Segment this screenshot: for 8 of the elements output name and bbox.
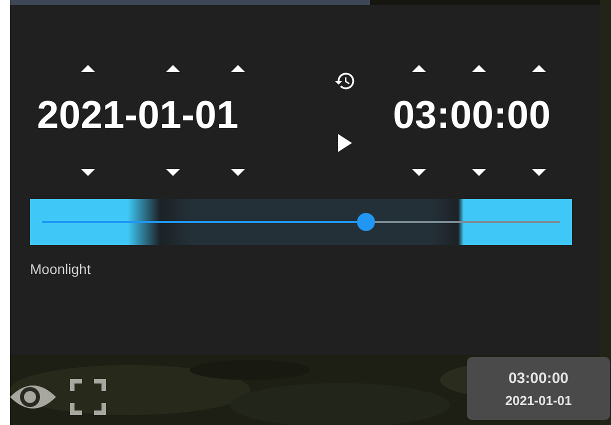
slider-thumb[interactable]: [356, 213, 375, 231]
fullscreen-icon[interactable]: [70, 379, 106, 418]
date-value: 2021-01-01: [37, 96, 238, 135]
timeline-slider[interactable]: [30, 199, 572, 245]
badge-date: 2021-01-01: [505, 392, 572, 408]
slider-label: Moonlight: [30, 261, 92, 277]
time-value: 03:00:00: [393, 96, 551, 135]
badge-time: 03:00:00: [508, 370, 569, 386]
